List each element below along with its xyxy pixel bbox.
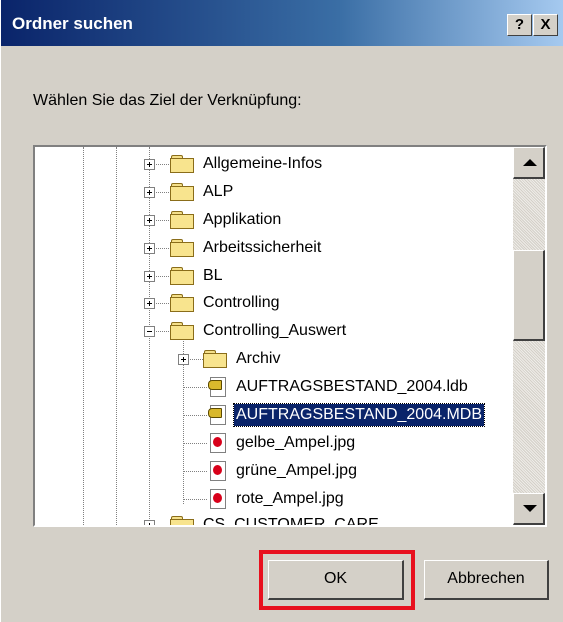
expand-icon[interactable] bbox=[144, 243, 155, 254]
folder-open-icon bbox=[170, 322, 194, 340]
dialog-prompt: Wählen Sie das Ziel der Verknüpfung: bbox=[33, 92, 302, 109]
tree-item-gelbe-ampel[interactable]: gelbe_Ampel.jpg bbox=[234, 432, 357, 454]
scrollbar-thumb[interactable] bbox=[513, 250, 545, 341]
folder-icon bbox=[170, 294, 194, 312]
tree-item-arbeitssicherheit[interactable]: Arbeitssicherheit bbox=[201, 237, 323, 259]
expand-icon[interactable] bbox=[144, 159, 155, 170]
tree-item-cs-customer-care[interactable]: CS_CUSTOMER_CARE bbox=[201, 514, 381, 525]
window-title: Ordner suchen bbox=[12, 14, 133, 33]
collapse-icon[interactable] bbox=[144, 326, 155, 337]
highlight-box bbox=[259, 550, 415, 610]
tree-item-rote-ampel[interactable]: rote_Ampel.jpg bbox=[234, 488, 346, 510]
tree-item-controlling[interactable]: Controlling bbox=[201, 292, 281, 314]
jpg-file-icon bbox=[210, 433, 226, 453]
tree-item-gruene-ampel[interactable]: grüne_Ampel.jpg bbox=[234, 460, 359, 482]
tree-connector bbox=[83, 147, 84, 525]
folder-icon bbox=[170, 155, 194, 173]
expand-icon[interactable] bbox=[178, 354, 189, 365]
mdb-file-icon bbox=[208, 405, 226, 425]
scroll-up-button[interactable] bbox=[513, 147, 545, 179]
folder-icon bbox=[170, 516, 194, 525]
arrow-up-icon bbox=[523, 159, 537, 166]
jpg-file-icon bbox=[210, 461, 226, 481]
arrow-down-icon bbox=[523, 505, 537, 512]
tree-item-controlling-auswert[interactable]: Controlling_Auswert bbox=[201, 320, 348, 342]
tree-item-auftragsbestand-ldb[interactable]: AUFTRAGSBESTAND_2004.ldb bbox=[234, 376, 470, 398]
cancel-button[interactable]: Abbrechen bbox=[424, 560, 549, 600]
vertical-scrollbar[interactable] bbox=[513, 147, 545, 525]
tree-item-alp[interactable]: ALP bbox=[201, 181, 235, 203]
expand-icon[interactable] bbox=[144, 187, 155, 198]
scroll-down-button[interactable] bbox=[513, 493, 545, 525]
folder-icon bbox=[203, 350, 227, 368]
jpg-file-icon bbox=[210, 489, 226, 509]
tree-item-auftragsbestand-mdb[interactable]: AUFTRAGSBESTAND_2004.MDB bbox=[233, 403, 485, 427]
tree-connector bbox=[116, 147, 117, 525]
folder-icon bbox=[170, 267, 194, 285]
tree-item-archiv[interactable]: Archiv bbox=[234, 348, 282, 370]
folder-icon bbox=[170, 239, 194, 257]
folder-tree[interactable]: Allgemeine-Infos ALP Applikation Arbeits… bbox=[33, 145, 547, 527]
expand-icon[interactable] bbox=[144, 520, 155, 525]
title-bar[interactable]: Ordner suchen ? X bbox=[1, 0, 563, 46]
tree-item-allgemeine-infos[interactable]: Allgemeine-Infos bbox=[201, 153, 324, 175]
help-button[interactable]: ? bbox=[507, 14, 532, 36]
expand-icon[interactable] bbox=[144, 298, 155, 309]
folder-icon bbox=[170, 183, 194, 201]
expand-icon[interactable] bbox=[144, 271, 155, 282]
tree-item-applikation[interactable]: Applikation bbox=[201, 209, 283, 231]
folder-icon bbox=[170, 211, 194, 229]
close-button[interactable]: X bbox=[533, 14, 558, 36]
ldb-file-icon bbox=[208, 377, 226, 397]
expand-icon[interactable] bbox=[144, 215, 155, 226]
folder-browse-dialog: Ordner suchen ? X Wählen Sie das Ziel de… bbox=[0, 0, 563, 622]
tree-item-bl[interactable]: BL bbox=[201, 265, 225, 287]
